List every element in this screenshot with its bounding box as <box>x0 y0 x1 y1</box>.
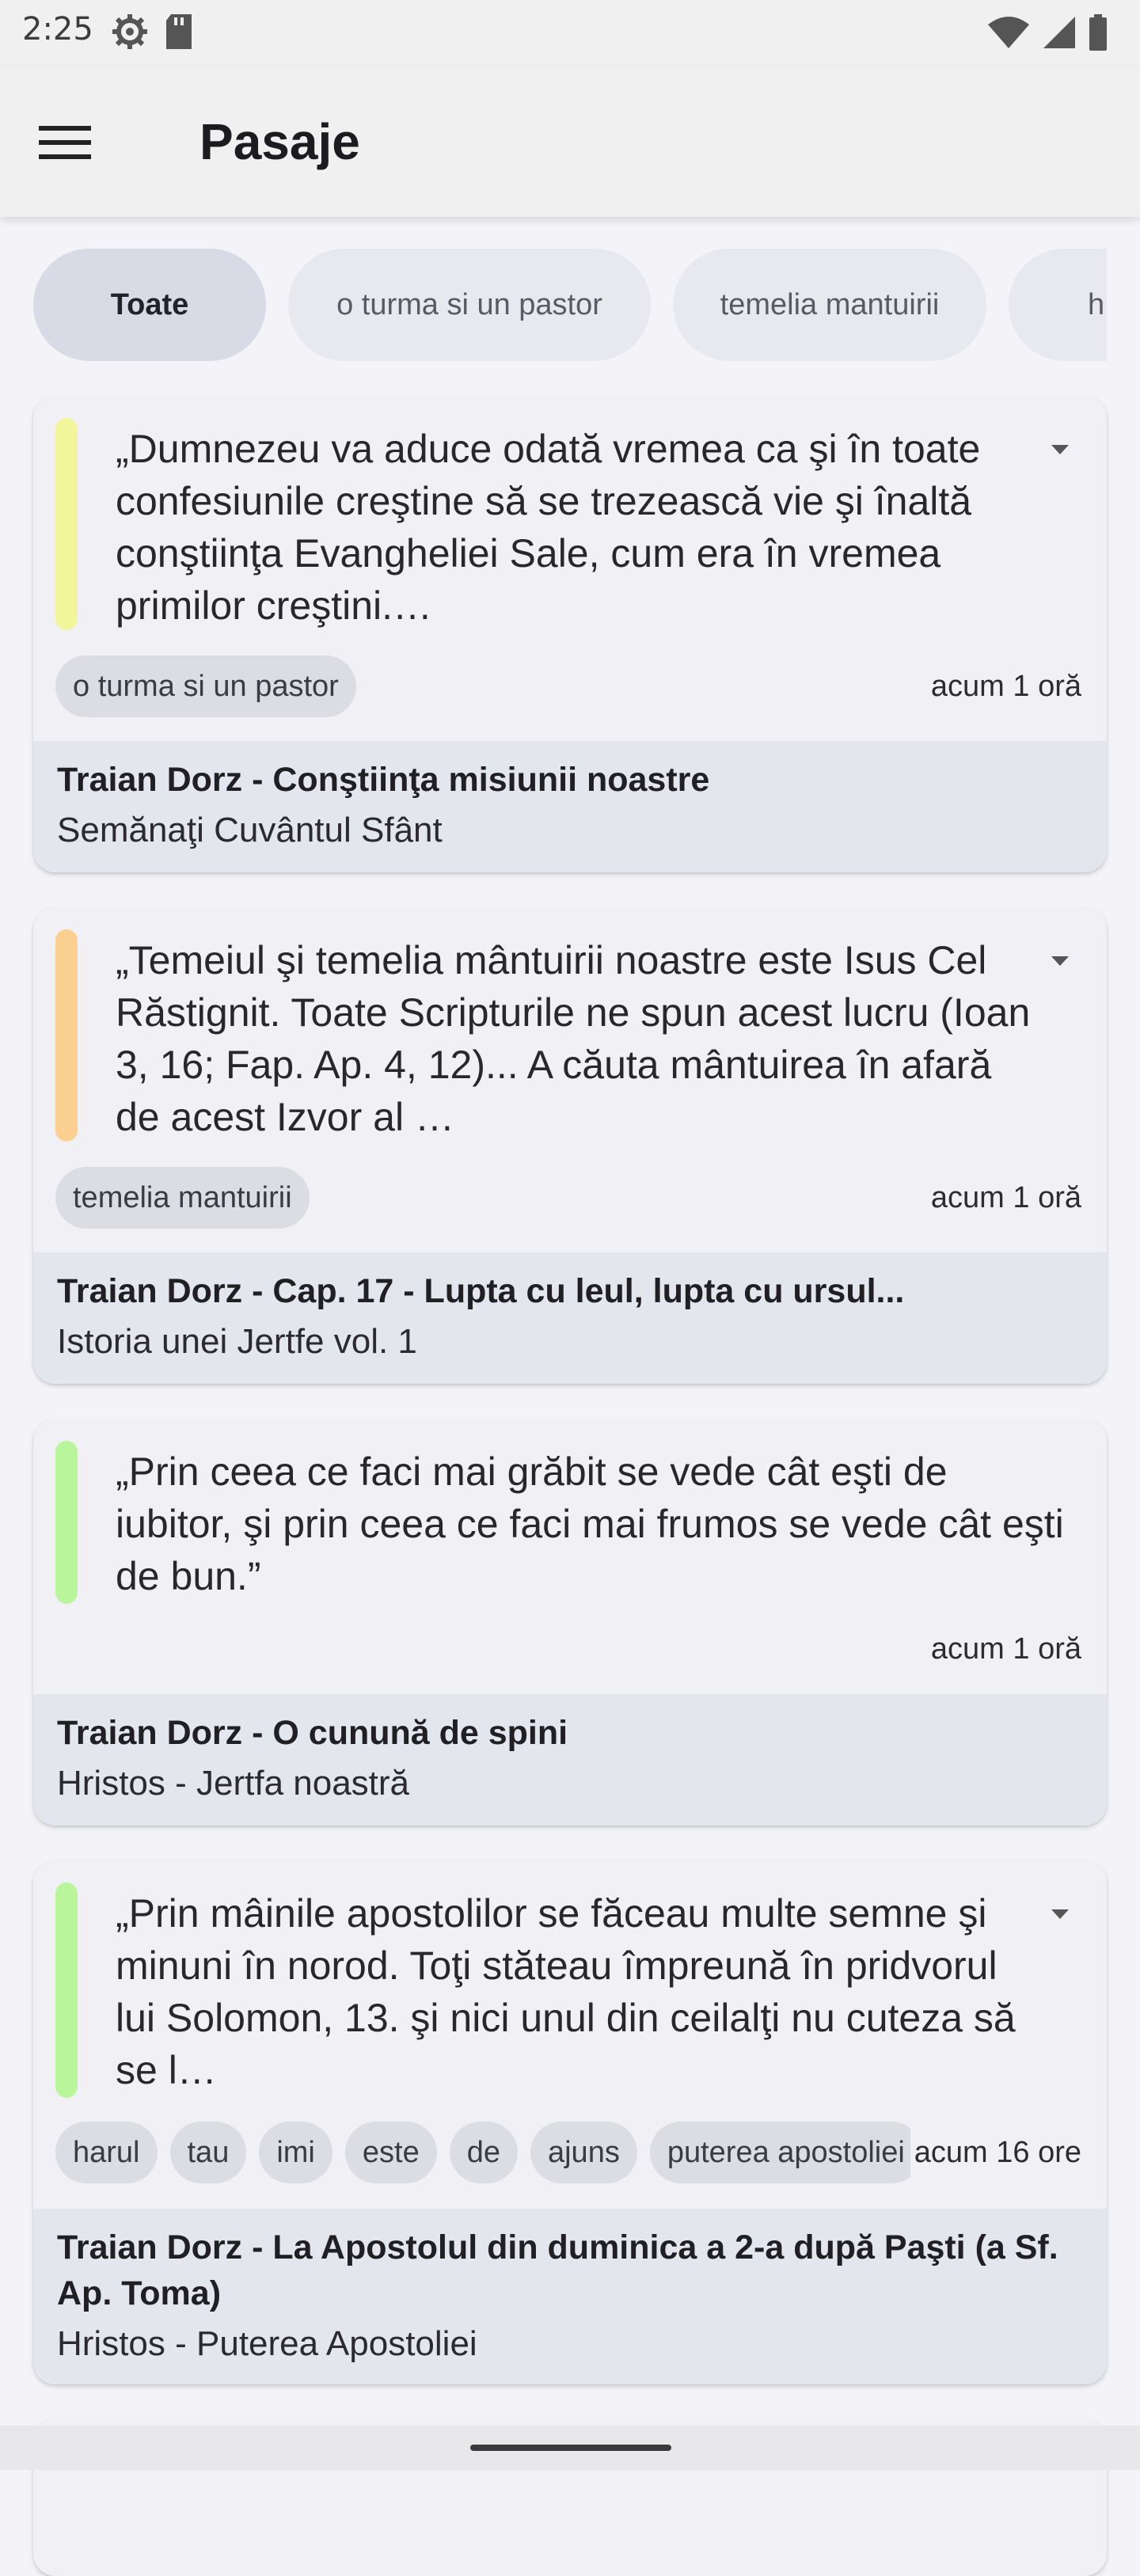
expand-arrow-icon[interactable] <box>1051 445 1069 454</box>
tag[interactable]: ajuns <box>530 2122 637 2183</box>
card-footer: Traian Dorz - Conştiinţa misiunii noastr… <box>33 741 1107 872</box>
source-subtitle: Hristos - Puterea Apostoliei <box>57 2324 477 2363</box>
timestamp: acum 1 oră <box>927 1632 1081 1666</box>
battery-icon <box>1089 14 1107 51</box>
wifi-icon <box>988 17 1029 48</box>
passage-card[interactable]: „Prin ceea ce faci mai grăbit se vede câ… <box>33 1419 1107 1826</box>
passage-card[interactable]: „Dumnezeu va aduce odată vremea ca şi în… <box>33 396 1107 872</box>
page-title: Pasaje <box>200 113 360 170</box>
tag[interactable]: este <box>344 2122 437 2183</box>
passage-card[interactable]: „Temeiul şi temelia mântuirii noastre es… <box>33 907 1107 1384</box>
quote-text: „Prin mâinile apostolilor se făceau mult… <box>116 1891 1016 2092</box>
tag[interactable]: tau <box>169 2122 247 2183</box>
card-footer: Traian Dorz - O cunună de spini Hristos … <box>33 1694 1107 1826</box>
status-left-icons <box>111 13 195 51</box>
tag[interactable]: imi <box>259 2122 332 2183</box>
tag[interactable]: puterea apostoliei <box>649 2122 910 2183</box>
source-title: Traian Dorz - Conştiinţa misiunii noastr… <box>57 761 710 799</box>
filter-chip-all[interactable]: Toate <box>33 249 266 361</box>
expand-arrow-icon[interactable] <box>1051 956 1069 966</box>
filter-chip-temelia[interactable]: temelia mantuirii <box>673 249 986 361</box>
tag[interactable]: harul <box>55 2122 158 2183</box>
signal-icon <box>1043 17 1075 48</box>
status-time: 2:25 <box>22 11 93 47</box>
tags-row: o turma si un pastor <box>55 655 356 717</box>
filter-chips-row[interactable]: Toate o turma si un pastor temelia mantu… <box>0 249 1107 361</box>
gesture-nav-bar <box>0 2426 1140 2470</box>
expand-arrow-icon[interactable] <box>1051 1909 1069 1919</box>
accent-bar <box>55 418 78 630</box>
source-subtitle: Semănaţi Cuvântul Sfânt <box>57 811 443 849</box>
passage-card[interactable]: „Prin mâinile apostolilor se făceau mult… <box>33 1860 1107 2384</box>
timestamp: acum 1 oră <box>927 1181 1081 1215</box>
source-title: Traian Dorz - O cunună de spini <box>57 1714 568 1752</box>
status-bar: 2:25 <box>0 0 1140 66</box>
source-subtitle: Hristos - Jertfa noastră <box>57 1764 410 1803</box>
card-footer: Traian Dorz - La Apostolul din duminica … <box>33 2209 1107 2384</box>
settings-icon <box>112 14 147 49</box>
filter-chip-o-turma[interactable]: o turma si un pastor <box>288 249 651 361</box>
source-title: Traian Dorz - La Apostolul din duminica … <box>57 2228 1058 2312</box>
filter-chip-partial[interactable]: h <box>1009 249 1107 361</box>
status-right-icons <box>986 14 1108 51</box>
menu-button[interactable] <box>32 111 98 174</box>
source-subtitle: Istoria unei Jertfe vol. 1 <box>57 1322 417 1361</box>
app-bar: Pasaje <box>0 66 1140 217</box>
tags-row: temelia mantuirii <box>55 1167 310 1229</box>
card-footer: Traian Dorz - Cap. 17 - Lupta cu leul, l… <box>33 1252 1107 1384</box>
quote-text: „Dumnezeu va aduce odată vremea ca şi în… <box>116 427 981 628</box>
accent-bar <box>55 929 78 1142</box>
quote-text: „Prin ceea ce faci mai grăbit se vede câ… <box>116 1449 1064 1598</box>
tags-row: harul tau imi este de ajuns puterea apos… <box>55 2122 910 2183</box>
hamburger-menu-icon <box>39 126 91 159</box>
tag[interactable]: de <box>449 2122 518 2183</box>
source-title: Traian Dorz - Cap. 17 - Lupta cu leul, l… <box>57 1272 905 1310</box>
accent-bar <box>55 1883 78 2098</box>
timestamp: acum 1 oră <box>927 670 1081 704</box>
quote-text: „Temeiul şi temelia mântuirii noastre es… <box>116 938 1031 1139</box>
tag[interactable]: o turma si un pastor <box>55 655 356 717</box>
accent-bar <box>55 1441 78 1604</box>
tag[interactable]: temelia mantuirii <box>55 1167 310 1229</box>
home-handle[interactable] <box>470 2445 671 2451</box>
timestamp: acum 16 ore <box>910 2136 1081 2170</box>
sd-card-icon <box>166 14 192 49</box>
